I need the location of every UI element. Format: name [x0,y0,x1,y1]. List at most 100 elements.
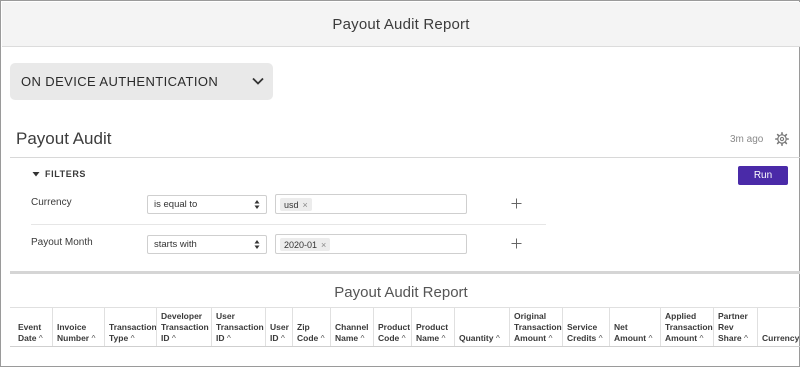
filter-value-payout-month[interactable]: 2020-01 × [275,234,467,254]
remove-chip-icon[interactable]: × [321,240,326,250]
column-header[interactable]: Partner Rev Share ^ [713,307,757,346]
filter-operator-payout-month[interactable]: starts with [147,235,267,254]
filters-toggle[interactable]: FILTERS [32,169,86,179]
column-header-label: Rev [718,322,734,332]
chevron-down-icon [252,77,264,85]
column-header-label: Transaction [514,322,562,332]
column-header[interactable]: Zip Code ^ [292,307,330,346]
sort-caret-icon: ^ [358,333,365,343]
sort-caret-icon: ^ [89,333,96,343]
column-header-label: ID ^ [270,333,285,343]
sort-caret-icon: ^ [278,333,285,343]
column-header-label: Partner [718,311,748,321]
filter-chip-label: 2020-01 [284,239,318,250]
column-header-label: Amount ^ [514,333,553,343]
sort-caret-icon: ^ [646,333,653,343]
column-header-label: Amount ^ [614,333,653,343]
sort-caret-icon: ^ [439,333,446,343]
column-header[interactable]: User ID ^ [265,307,292,346]
column-header[interactable]: Product Name ^ [411,307,454,346]
filter-operator-value: is equal to [154,199,198,210]
column-header-label: Number ^ [57,333,96,343]
column-header-label: ID ^ [216,333,231,343]
column-header-label: Quantity ^ [459,333,500,343]
remove-chip-icon[interactable]: × [303,200,308,210]
sort-caret-icon: ^ [128,333,135,343]
dashboard-dropdown-value: ON DEVICE AUTHENTICATION [21,74,219,89]
caret-down-icon [32,172,40,177]
sort-caret-icon: ^ [169,333,176,343]
column-header[interactable]: Developer Transaction ID ^ [156,307,211,346]
column-header-label: Transaction [216,322,264,332]
run-button[interactable]: Run [738,166,788,185]
filter-chip: 2020-01 × [280,238,331,251]
column-header-label: Code ^ [378,333,406,343]
column-header-label: Credits ^ [567,333,603,343]
column-header[interactable]: Original Transaction Amount ^ [509,307,562,346]
column-header-label: Transaction [109,322,156,332]
column-header-label: Transaction [665,322,713,332]
sort-caret-icon: ^ [224,333,231,343]
report-title: Payout Audit Report [334,284,468,301]
column-header[interactable]: Product Code ^ [373,307,411,346]
column-header[interactable]: Quantity ^ [454,307,509,346]
add-filter-icon[interactable] [511,238,522,249]
column-header-label: Name ^ [335,333,365,343]
column-header[interactable]: User Transaction ID ^ [211,307,265,346]
column-header-label: Invoice [57,322,87,332]
gear-icon[interactable] [775,132,789,146]
top-bar: Payout Audit Report [2,2,800,47]
select-arrows-icon [254,200,260,209]
sort-caret-icon: ^ [493,333,500,343]
column-header-label: Product [416,322,449,332]
panel-shadow [10,271,800,274]
column-header-label: Code ^ [297,333,325,343]
table-header-bottom-border [10,346,800,347]
column-header-label: ID ^ [161,333,176,343]
last-updated: 3m ago [730,134,764,145]
filter-chip: usd × [280,198,312,211]
sort-caret-icon: ^ [399,333,406,343]
sort-caret-icon: ^ [546,333,553,343]
sort-caret-icon: ^ [36,333,43,343]
filter-chip-label: usd [284,199,299,210]
column-header-label: Amount ^ [665,333,704,343]
page-title: Payout Audit Report [332,15,470,33]
filters-label: FILTERS [45,169,87,179]
column-header-label: Share ^ [718,333,748,343]
filter-label-payout-month: Payout Month [31,237,93,248]
filter-row-divider [31,224,546,225]
dashboard-dropdown[interactable]: ON DEVICE AUTHENTICATION [10,63,273,100]
filter-value-currency[interactable]: usd × [275,194,467,214]
column-header[interactable]: Event Date ^ [14,307,52,346]
column-header-label: Product [378,322,411,332]
column-header[interactable]: Invoice Number ^ [52,307,104,346]
column-header-label: User [270,322,289,332]
column-header[interactable]: Transaction Type ^ [104,307,156,346]
section-divider [10,157,800,158]
column-header[interactable]: Service Credits ^ [562,307,609,346]
column-header-label: Channel [335,322,369,332]
column-header[interactable]: Currency ^ [757,307,800,346]
sort-caret-icon: ^ [596,333,603,343]
filter-operator-value: starts with [154,239,197,250]
column-header-label: Original [514,311,547,321]
filter-label-currency: Currency [31,197,72,208]
sort-caret-icon: ^ [318,333,325,343]
column-header-label: Service [567,322,598,332]
column-header-label: Currency ^ [762,333,800,344]
column-header-label: Developer [161,311,203,321]
column-header-label: Event [18,322,42,332]
add-filter-icon[interactable] [511,198,522,209]
column-header[interactable]: Applied Transaction Amount ^ [660,307,713,346]
sort-caret-icon: ^ [741,333,748,343]
sort-caret-icon: ^ [697,333,704,343]
column-header-label: User [216,311,235,321]
column-header-label: Transaction [161,322,209,332]
column-header-label: Name ^ [416,333,446,343]
select-arrows-icon [254,240,260,249]
column-header[interactable]: Channel Name ^ [330,307,373,346]
window: Payout Audit Report ON DEVICE AUTHENTICA… [0,0,800,367]
column-header[interactable]: Net Amount ^ [609,307,660,346]
filter-operator-currency[interactable]: is equal to [147,195,267,214]
